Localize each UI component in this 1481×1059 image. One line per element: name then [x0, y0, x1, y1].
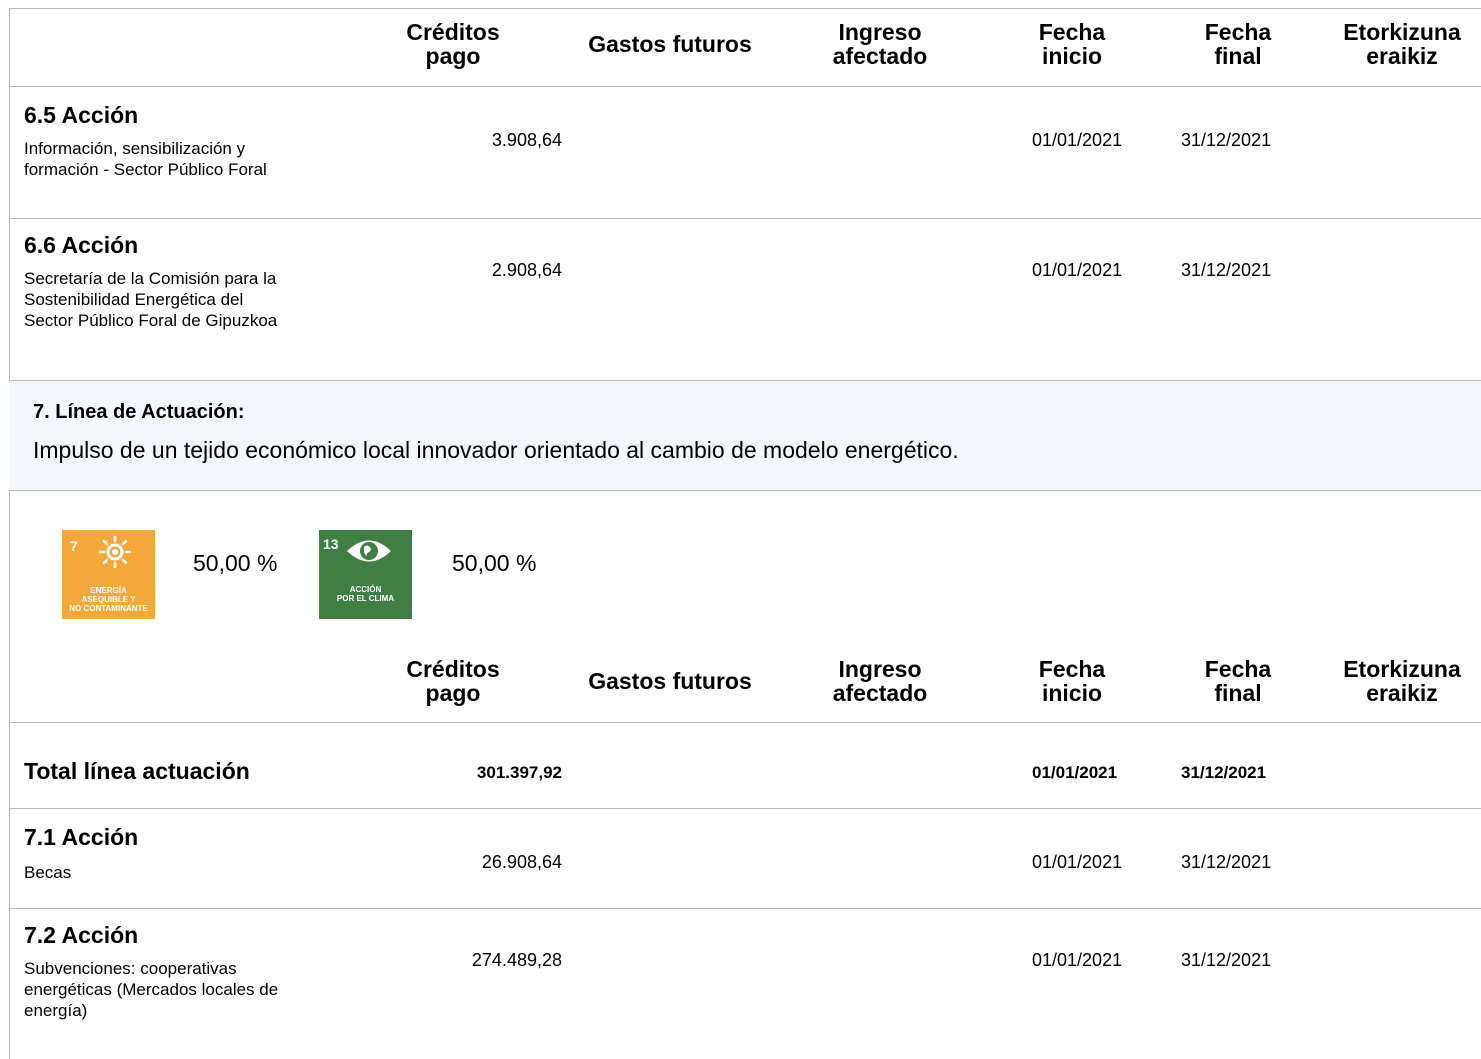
fecha-final-value: 31/12/2021 [1181, 260, 1272, 280]
action-title: 6.5 Acción [24, 102, 139, 128]
linea-description: Impulso de un tejido económico local inn… [33, 437, 959, 463]
header-creditos-pago: Créditos pago [406, 656, 500, 706]
sdg-13-badge: 13 ACCIÓN POR EL CLIMA [319, 530, 412, 619]
creditos-value: 274.489,28 [471, 950, 562, 970]
sdg-caption: ACCIÓN POR EL CLIMA [336, 585, 395, 603]
action-description: Becas [24, 863, 72, 882]
action-title: 7.2 Acción [24, 922, 139, 948]
header-fecha-inicio: Fecha inicio [1038, 19, 1106, 69]
creditos-value: 3.908,64 [491, 130, 562, 150]
header-creditos-pago: Créditos pago [406, 19, 500, 69]
sdg-number: 13 [323, 536, 339, 552]
header-fecha-inicio: Fecha inicio [1038, 656, 1106, 706]
header-fecha-final: Fecha final [1204, 656, 1272, 706]
action-description: Subvenciones: cooperativas energéticas (… [24, 959, 279, 1020]
header-divider [9, 86, 1481, 87]
sdg-7-badge: 7 ENERGÍA ASEQUIBLE Y NO CONTAMINANTE [62, 530, 155, 619]
header-etorkizuna-eraikiz: Etorkizuna eraikiz [1343, 19, 1461, 69]
sdg-7-percent: 50,00 % [193, 550, 278, 576]
sdg-caption: ENERGÍA ASEQUIBLE Y NO CONTAMINANTE [69, 586, 148, 613]
budget-document: Créditos pago Gastos futuros Ingreso afe… [0, 0, 1481, 1059]
header-ingreso-afectado: Ingreso afectado [832, 656, 928, 706]
table-top-border [9, 8, 1481, 9]
total-creditos: 301.397,92 [476, 763, 562, 782]
fecha-final-value: 31/12/2021 [1181, 950, 1272, 970]
fecha-inicio-value: 01/01/2021 [1032, 260, 1123, 280]
row-divider [9, 908, 1481, 909]
header-gastos-futuros: Gastos futuros [588, 31, 752, 57]
total-fecha-inicio: 01/01/2021 [1032, 763, 1118, 782]
creditos-value: 2.908,64 [491, 260, 562, 280]
header-gastos-futuros: Gastos futuros [588, 668, 752, 694]
total-label: Total línea actuación [24, 758, 250, 784]
creditos-value: 26.908,64 [481, 852, 562, 872]
header-ingreso-afectado: Ingreso afectado [832, 19, 928, 69]
fecha-inicio-value: 01/01/2021 [1032, 950, 1123, 970]
fecha-inicio-value: 01/01/2021 [1032, 852, 1123, 872]
row-divider [9, 808, 1481, 809]
fecha-final-value: 31/12/2021 [1181, 130, 1272, 150]
table-left-border [9, 8, 10, 1059]
sun-icon [98, 535, 132, 569]
fecha-final-value: 31/12/2021 [1181, 852, 1272, 872]
sdg-13-percent: 50,00 % [452, 550, 537, 576]
action-description: Información, sensibilización y formación… [24, 139, 267, 179]
earth-eye-icon [347, 540, 391, 562]
total-fecha-final: 31/12/2021 [1181, 763, 1267, 782]
action-description: Secretaría de la Comisión para la Sosten… [24, 269, 278, 330]
action-title: 6.6 Acción [24, 232, 139, 258]
header-divider [9, 722, 1481, 723]
row-divider [9, 218, 1481, 219]
fecha-inicio-value: 01/01/2021 [1032, 130, 1123, 150]
linea-actuacion-band: 7. Línea de Actuación: Impulso de un tej… [9, 380, 1481, 491]
header-etorkizuna-eraikiz: Etorkizuna eraikiz [1343, 656, 1461, 706]
sdg-number: 7 [70, 538, 78, 554]
header-fecha-final: Fecha final [1204, 19, 1272, 69]
action-title: 7.1 Acción [24, 824, 139, 850]
linea-heading: 7. Línea de Actuación: [33, 401, 245, 423]
